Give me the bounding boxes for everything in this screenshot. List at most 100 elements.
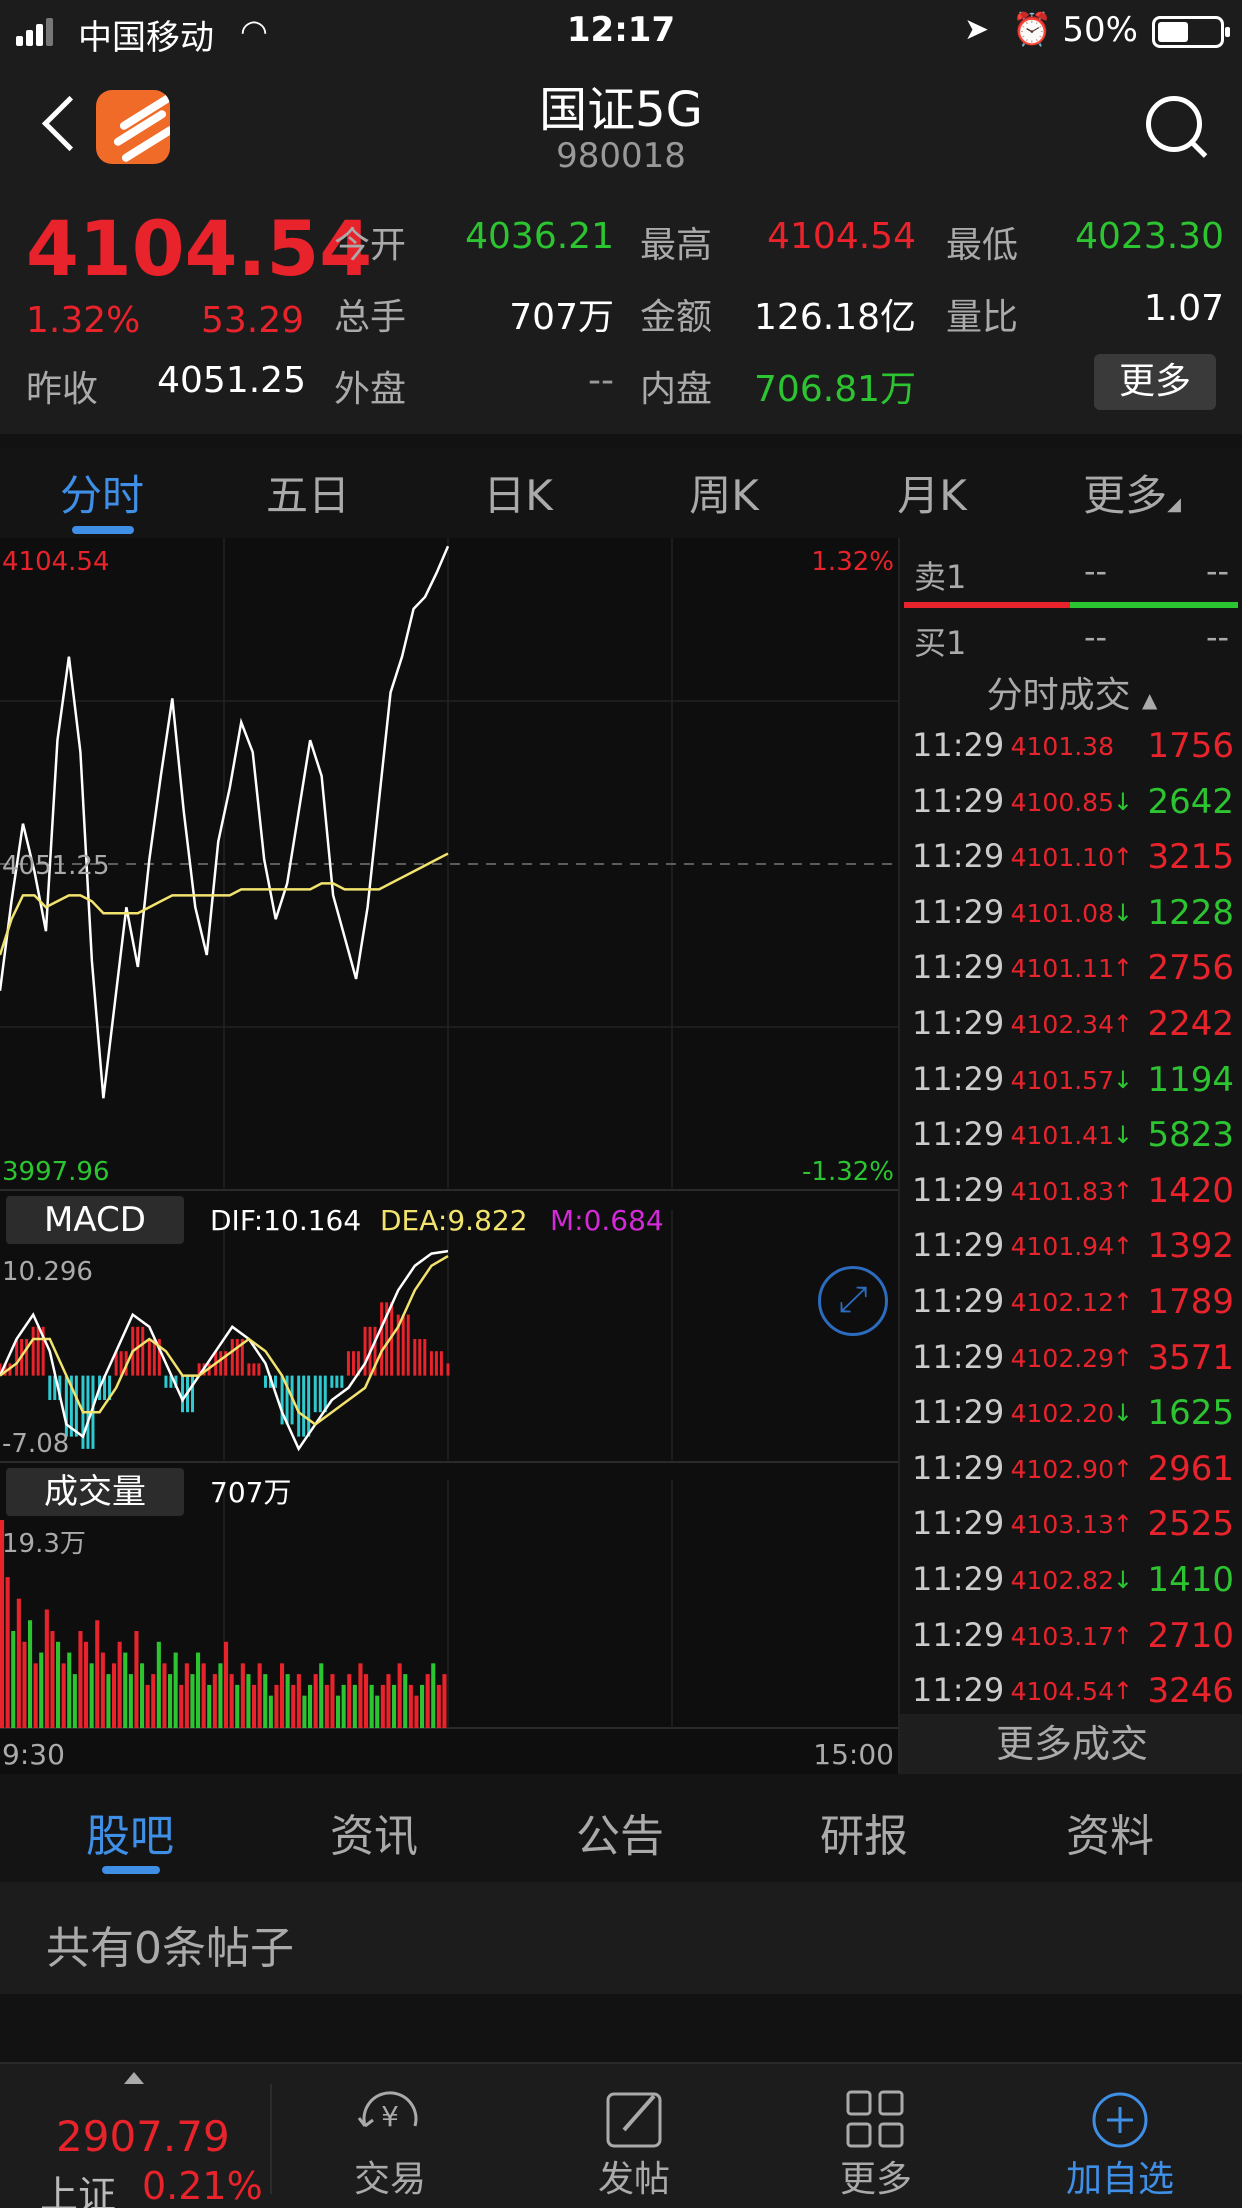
index-expand-icon[interactable] (124, 2072, 144, 2084)
volume-bar (173, 1652, 178, 1728)
nav-trade[interactable]: ¥ 交易 (310, 2080, 470, 2202)
nav-add-watchlist[interactable]: 加自选 (1040, 2080, 1200, 2202)
tick-time: 11:29 (912, 892, 1005, 931)
amount-label: 金额 (640, 297, 713, 338)
ticks-title[interactable]: 分时成交 ▲ (900, 666, 1242, 718)
sell1-price: -- (1084, 552, 1108, 590)
quote-more-button[interactable]: 更多 (1094, 354, 1216, 410)
tab-profile[interactable]: 资料 (1030, 1800, 1190, 1864)
volume-bar (364, 1674, 369, 1728)
nav-more[interactable]: 更多 (796, 2080, 956, 2202)
tick-volume: 3571 (1147, 1337, 1234, 1378)
nav-add-watchlist-label: 加自选 (1065, 2159, 1174, 2200)
header: 国证5G 980018 (0, 62, 1242, 190)
volume-bar (425, 1674, 430, 1728)
tick-price: 4102.82 (1010, 1566, 1114, 1595)
volume-bar (308, 1684, 313, 1728)
expand-icon[interactable]: ⤢ (818, 1266, 888, 1336)
tab-more[interactable]: 更多◢ (1052, 462, 1212, 523)
macd-indicator-button[interactable]: MACD (6, 1196, 184, 1244)
volume-bar (246, 1674, 251, 1728)
tick-price: 4102.34 (1010, 1010, 1114, 1039)
volume-bar (100, 1652, 105, 1728)
nav-compose[interactable]: 发帖 (554, 2080, 714, 2202)
macd-dea-value: DEA:9.822 (380, 1204, 528, 1237)
volume-bar (207, 1684, 212, 1728)
search-icon[interactable] (1142, 92, 1208, 158)
volume-bar (436, 1684, 441, 1728)
tick-row: 11:29 4102.82 ↓ 1410 (912, 1560, 1234, 1615)
prev-close-value: 4051.25 (157, 360, 306, 401)
tab-research[interactable]: 研报 (784, 1800, 944, 1864)
arrow-down-icon: ↓ (1112, 1399, 1133, 1428)
index-change-percent[interactable]: 0.21% (142, 2164, 263, 2208)
tick-time: 11:29 (912, 1059, 1005, 1098)
tab-underline (72, 526, 134, 534)
volume-bar (123, 1652, 128, 1728)
tick-volume: 2756 (1147, 948, 1234, 989)
tab-news[interactable]: 资讯 (294, 1800, 454, 1864)
last-price: 4104.54 (26, 204, 373, 293)
volume-bar (280, 1663, 285, 1728)
buy1-label: 买1 (914, 624, 967, 662)
dropdown-corner-icon: ◢ (1167, 494, 1181, 515)
volume-bar (72, 1674, 77, 1728)
tick-volume: 1194 (1147, 1059, 1234, 1100)
volume-bar (397, 1663, 402, 1728)
tick-volume: 5823 (1147, 1115, 1234, 1156)
ticks-title-label: 分时成交 (986, 675, 1131, 716)
index-price[interactable]: 2907.79 (56, 2112, 230, 2161)
tab-monthly-k[interactable]: 月K (852, 462, 1012, 523)
volume-bar (56, 1641, 61, 1728)
tick-price: 4102.29 (1010, 1343, 1114, 1373)
volume-bar (117, 1641, 122, 1728)
add-watchlist-icon (1092, 2092, 1148, 2148)
volume-indicator-button[interactable]: 成交量 (6, 1468, 184, 1516)
volume-bar (218, 1663, 223, 1728)
volume-bar (291, 1684, 296, 1728)
volume-bar (106, 1674, 111, 1728)
volume-bar (128, 1674, 133, 1728)
tick-row: 11:29 4100.85 ↓ 2642 (912, 782, 1234, 837)
volume-bar (190, 1674, 195, 1728)
tick-time: 11:29 (912, 1615, 1005, 1654)
tab-weekly-k[interactable]: 周K (644, 462, 804, 523)
index-name[interactable]: 上证 (40, 2164, 116, 2208)
volume-bar (352, 1684, 357, 1728)
tick-volume: 1789 (1147, 1282, 1234, 1322)
tab-announcements[interactable]: 公告 (540, 1800, 700, 1864)
tick-volume: 2525 (1147, 1504, 1234, 1545)
prev-close-label: 4051.25 (2, 851, 110, 881)
tab-forum[interactable]: 股吧 (50, 1800, 210, 1864)
inner-volume-label: 内盘 (640, 369, 713, 410)
tick-row: 11:29 4101.94 ↑ 1392 (912, 1226, 1234, 1281)
volume-bar (151, 1674, 156, 1728)
more-deals-button[interactable]: 更多成交 (900, 1714, 1242, 1774)
pct-low-label: -1.32% (802, 1157, 894, 1187)
volume-bar (95, 1620, 100, 1728)
tick-row: 11:29 4101.41 ↓ 5823 (912, 1115, 1234, 1170)
tick-row: 11:29 4102.20 ↓ 1625 (912, 1393, 1234, 1448)
stock-code: 980018 (556, 136, 686, 176)
tick-time: 11:29 (912, 1226, 1005, 1265)
tab-five-day[interactable]: 五日 (228, 462, 388, 523)
outer-volume-label: 外盘 (334, 369, 407, 410)
tab-daily-k[interactable]: 日K (438, 462, 598, 523)
price-high-label: 4104.54 (2, 547, 110, 577)
volume-total-value: 707万 (210, 1476, 291, 1509)
tick-price: 4102.12 (1010, 1288, 1114, 1317)
nav-compose-label: 发帖 (597, 2159, 670, 2200)
quote-panel: 4104.54 1.32% 53.29 今开 4036.21 最高 4104.5… (0, 190, 1242, 434)
buy1-price: -- (1084, 618, 1108, 656)
tick-volume: 2242 (1147, 1004, 1234, 1044)
tick-price: 4103.13 (1010, 1510, 1114, 1540)
tick-price: 4101.38 (1010, 732, 1114, 761)
volume-bar (420, 1684, 425, 1728)
high-label: 最高 (640, 225, 713, 266)
volume-bar (67, 1652, 72, 1728)
tab-intraday[interactable]: 分时 (22, 462, 182, 523)
tick-price: 4101.11 (1010, 954, 1114, 984)
volume-bar (235, 1684, 240, 1728)
volume-bar (50, 1631, 55, 1728)
chart-area[interactable]: 4104.54 1.32% 4051.25 3997.96 -1.32% DIF:10.1… (0, 538, 898, 1774)
